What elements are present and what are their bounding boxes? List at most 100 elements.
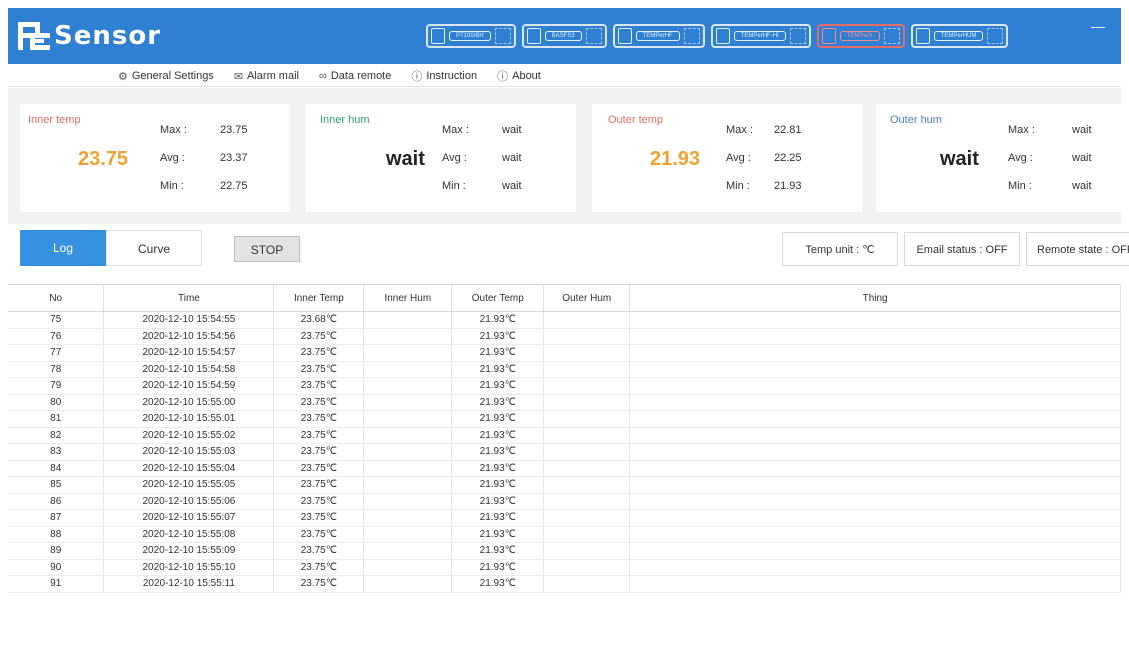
outer-hum-min: wait [1072,180,1092,192]
sensor-tab-label: PT100/BH [449,31,491,41]
table-cell: 21.93℃ [451,526,545,543]
table-cell: 21.93℃ [451,443,545,461]
table-cell: 2020-12-10 15:55:10 [103,559,275,576]
inner-hum-card: Inner hum wait Max : wait Avg : wait Min… [306,104,576,212]
log-table-container: No Time Inner Temp Inner Hum Outer Temp Outer… [8,284,1121,665]
sensor-grid-icon [883,28,900,44]
column-header[interactable]: Inner Temp [273,285,365,312]
table-row[interactable]: 89 2020-12-10 15:55:09 23.75℃ 21.93℃ [8,542,1121,560]
table-cell [363,427,453,444]
sensor-tab-label: TEMPerHF [635,31,680,41]
minimize-icon[interactable]: — [1091,18,1105,34]
sensor-tab[interactable]: TEMPerHF [612,24,705,48]
table-row[interactable]: 76 2020-12-10 15:54:56 23.75℃ 21.93℃ [8,328,1121,345]
table-row[interactable]: 87 2020-12-10 15:55:07 23.75℃ 21.93℃ [8,509,1121,527]
table-row[interactable]: 79 2020-12-10 15:54:59 23.75℃ 21.93℃ [8,377,1121,395]
inner-hum-max-label: Max : [442,124,469,136]
table-row[interactable]: 82 2020-12-10 15:55:02 23.75℃ 21.93℃ [8,427,1121,444]
inner-hum-min: wait [502,180,522,192]
table-cell [629,443,1121,461]
link-icon: ∞ [318,70,327,82]
inner-temp-min: 22.75 [220,180,248,192]
table-cell: 21.93℃ [451,427,545,444]
table-cell: 23.75℃ [273,559,365,576]
table-row[interactable]: 80 2020-12-10 15:55:00 23.75℃ 21.93℃ [8,394,1121,411]
table-row[interactable]: 85 2020-12-10 15:55:05 23.75℃ 21.93℃ [8,476,1121,494]
column-header[interactable]: Outer Hum [543,285,631,312]
temp-unit-status[interactable]: Temp unit : ℃ [782,232,898,266]
table-cell: 23.75℃ [273,344,365,362]
table-cell: 76 [8,328,105,345]
table-row[interactable]: 88 2020-12-10 15:55:08 23.75℃ 21.93℃ [8,526,1121,543]
outer-hum-min-label: Min : [1008,180,1032,192]
table-cell [543,328,631,345]
sensor-tab[interactable]: TEMPerX [816,24,905,48]
table-cell [363,460,453,477]
table-cell: 88 [8,526,105,543]
table-row[interactable]: 78 2020-12-10 15:54:58 23.75℃ 21.93℃ [8,361,1121,378]
table-row[interactable]: 86 2020-12-10 15:55:06 23.75℃ 21.93℃ [8,493,1121,510]
menu-data-remote[interactable]: ∞ Data remote [319,68,391,84]
table-cell [363,361,453,378]
table-cell: 89 [8,542,105,560]
table-row[interactable]: 90 2020-12-10 15:55:10 23.75℃ 21.93℃ [8,559,1121,576]
table-row[interactable]: 83 2020-12-10 15:55:03 23.75℃ 21.93℃ [8,443,1121,461]
table-cell: 79 [8,377,105,395]
outer-temp-max: 22.81 [774,124,802,136]
column-header[interactable]: Thing [629,285,1121,312]
usb-sensor-icon [715,28,730,44]
inner-hum-min-label: Min : [442,180,466,192]
table-cell: 23.75℃ [273,377,365,395]
sensor-tab[interactable]: PT100/BH [426,24,516,48]
table-cell: 21.93℃ [451,493,545,510]
sensor-grid-icon [987,28,1004,44]
table-cell: 23.75℃ [273,443,365,461]
table-cell [543,460,631,477]
table-row[interactable]: 77 2020-12-10 15:54:57 23.75℃ 21.93℃ [8,344,1121,362]
column-header[interactable]: No [8,285,105,312]
table-cell: 21.93℃ [451,344,545,362]
table-cell [363,526,453,543]
table-cell [629,493,1121,510]
table-cell [629,311,1121,329]
table-cell: 83 [8,443,105,461]
table-cell: 2020-12-10 15:54:57 [103,344,275,362]
inner-temp-min-label: Min : [160,180,184,192]
menu-about[interactable]: ⓘ About [497,68,541,84]
table-cell: 23.75℃ [273,493,365,510]
menu-bar: ⚙ General Settings ✉ Alarm mail ∞ Data r… [8,64,1121,87]
column-header[interactable]: Outer Temp [451,285,545,312]
gear-icon: ⚙ [118,70,128,83]
stop-button[interactable]: STOP [234,236,300,262]
table-cell [629,559,1121,576]
menu-general-settings[interactable]: ⚙ General Settings [118,68,214,84]
sensor-tab[interactable]: BASFS3 [521,24,607,48]
table-cell [629,509,1121,527]
menu-alarm-mail[interactable]: ✉ Alarm mail [234,68,299,84]
tab-curve[interactable]: Curve [106,230,202,266]
outer-hum-avg-label: Avg : [1008,152,1033,164]
table-row[interactable]: 91 2020-12-10 15:55:11 23.75℃ 21.93℃ [8,575,1121,593]
logo-mark-icon [18,22,52,50]
column-header[interactable]: Inner Hum [363,285,453,312]
inner-hum-value: wait [386,148,425,170]
table-header-row: No Time Inner Temp Inner Hum Outer Temp Outer… [8,285,1121,312]
menu-instruction[interactable]: ⓘ Instruction [411,68,477,84]
sensor-tab[interactable]: TEMPerHUM [910,24,1009,48]
column-header[interactable]: Time [103,285,275,312]
table-cell: 84 [8,460,105,477]
table-row[interactable]: 75 2020-12-10 15:54:55 23.68℃ 21.93℃ [8,311,1121,329]
table-cell: 21.93℃ [451,460,545,477]
table-cell: 23.75℃ [273,542,365,560]
table-cell: 77 [8,344,105,362]
sensor-tab[interactable]: TEMPerHF-HI [710,24,811,48]
email-status[interactable]: Email status : OFF [904,232,1020,266]
tab-log[interactable]: Log [20,230,106,266]
sensor-device-tabs: PT100/BH BASFS3 TEMPerHF TEMPerHF-HI TEMPerX… [426,24,1009,48]
table-row[interactable]: 81 2020-12-10 15:55:01 23.75℃ 21.93℃ [8,410,1121,428]
table-row[interactable]: 84 2020-12-10 15:55:04 23.75℃ 21.93℃ [8,460,1121,477]
remote-state-status[interactable]: Remote state : OFF [1026,232,1129,266]
outer-temp-min: 21.93 [774,180,802,192]
table-cell [543,394,631,411]
table-cell: 82 [8,427,105,444]
